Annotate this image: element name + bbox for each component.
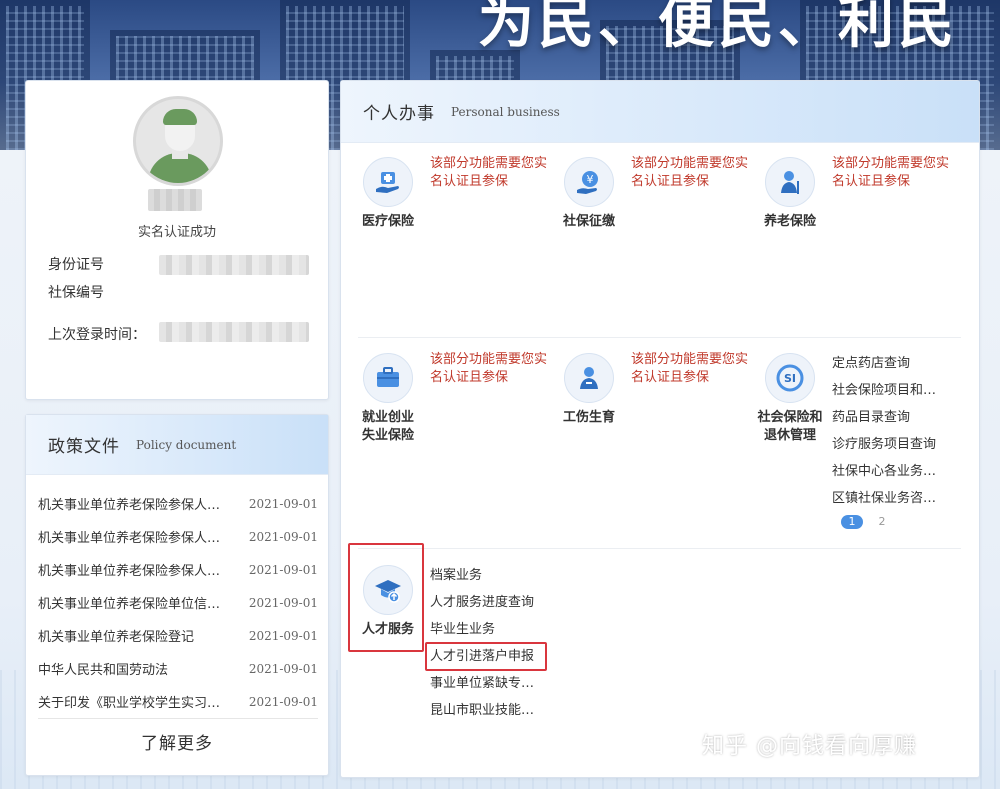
divider [38,718,318,719]
service-medical-insurance[interactable]: 医疗保险 [358,157,418,237]
social-link[interactable]: 定点药店查询 [832,350,910,377]
user-name-masked [148,189,202,211]
policy-item[interactable]: 关于印发《职业学校学生实习… 2021-09-01 [38,685,318,718]
social-link[interactable]: 区镇社保业务咨… [832,485,936,512]
policy-item-date: 2021-09-01 [248,661,318,676]
verify-status: 实名认证成功 [137,225,216,240]
policy-item[interactable]: 机关事业单位养老保险参保人… 2021-09-01 [38,553,318,586]
highlight-box [425,642,547,671]
service-name[interactable]: 医疗保险 [356,213,420,231]
auth-notice: 该部分功能需要您实名认证且参保 [430,352,548,385]
talent-link[interactable]: 毕业生业务 [430,616,495,643]
id-number-label: 身份证号 [48,257,104,273]
social-security-label: 社保编号 [48,285,104,301]
talent-link[interactable]: 昆山市职业技能… [430,697,534,724]
policy-item[interactable]: 中华人民共和国劳动法 2021-09-01 [38,652,318,685]
business-title: 个人办事 [363,104,435,124]
injury-icon [564,353,614,403]
policy-item-date: 2021-09-01 [248,628,318,643]
medical-icon [363,157,413,207]
policy-item-title[interactable]: 机关事业单位养老保险登记 [38,626,228,645]
social-link[interactable]: 诊疗服务项目查询 [832,431,936,458]
service-name[interactable]: 社会保险和退休管理 [754,409,826,445]
learn-more-link[interactable]: 了解更多 [26,729,328,754]
service-employment-insurance[interactable]: 就业创业失业保险 [358,353,418,443]
policy-item-date: 2021-09-01 [248,595,318,610]
service-social-collection[interactable]: ¥ 社保征缴 [559,157,619,237]
user-info-card: 实名认证成功 身份证号 社保编号 上次登录时间： [25,80,329,400]
avatar[interactable] [133,96,223,186]
policy-item-title[interactable]: 机关事业单位养老保险参保人… [38,560,228,579]
svg-text:¥: ¥ [587,173,594,186]
policy-item-date: 2021-09-01 [248,529,318,544]
policy-list: 机关事业单位养老保险参保人… 2021-09-01 机关事业单位养老保险参保人… 2… [38,487,318,718]
service-pension-insurance[interactable]: 养老保险 [760,157,820,237]
svg-text:SI: SI [784,372,796,385]
business-header: 个人办事 Personal business [341,81,979,143]
business-title-en: Personal business [451,104,560,119]
policy-item-date: 2021-09-01 [248,496,318,511]
divider [358,548,961,549]
service-name[interactable]: 社保征缴 [557,213,621,231]
policy-header: 政策文件 Policy document [26,415,328,475]
policy-item[interactable]: 机关事业单位养老保险单位信… 2021-09-01 [38,586,318,619]
last-login-value-masked [159,322,309,342]
personal-business-card: 个人办事 Personal business 医疗保险 该部分功能需要您实名认证… [340,80,980,778]
social-link[interactable]: 社会保险项目和… [832,377,936,404]
divider [358,337,961,338]
service-name[interactable]: 就业创业失业保险 [356,409,420,445]
briefcase-icon [363,353,413,403]
talent-link[interactable]: 档案业务 [430,562,482,589]
yuan-hand-icon: ¥ [564,157,614,207]
social-link[interactable]: 药品目录查询 [832,404,910,431]
policy-item-title[interactable]: 关于印发《职业学校学生实习… [38,692,228,711]
service-injury-maternity[interactable]: 工伤生育 [559,353,619,433]
service-name[interactable]: 养老保险 [758,213,822,231]
watermark: 知乎 @向钱看向厚赚 [702,734,917,759]
policy-item-title[interactable]: 机关事业单位养老保险参保人… [38,527,228,546]
policy-document-card: 政策文件 Policy document 机关事业单位养老保险参保人… 2021-… [25,414,329,776]
policy-item-date: 2021-09-01 [248,562,318,577]
auth-notice: 该部分功能需要您实名认证且参保 [430,156,548,189]
elder-icon [765,157,815,207]
policy-item[interactable]: 机关事业单位养老保险参保人… 2021-09-01 [38,520,318,553]
policy-item-title[interactable]: 机关事业单位养老保险参保人… [38,494,228,513]
policy-title-en: Policy document [136,437,237,452]
service-social-retirement[interactable]: SI 社会保险和退休管理 [757,353,823,463]
social-link[interactable]: 社保中心各业务… [832,458,936,485]
policy-item[interactable]: 机关事业单位养老保险登记 2021-09-01 [38,619,318,652]
social-insurance-logo-icon: SI [765,353,815,403]
policy-item-date: 2021-09-01 [248,694,318,709]
policy-item-title[interactable]: 机关事业单位养老保险单位信… [38,593,228,612]
last-login-label: 上次登录时间： [48,327,146,343]
auth-notice: 该部分功能需要您实名认证且参保 [631,352,749,385]
auth-notice: 该部分功能需要您实名认证且参保 [631,156,749,189]
highlight-box [348,543,424,652]
auth-notice: 该部分功能需要您实名认证且参保 [832,156,950,189]
talent-link[interactable]: 事业单位紧缺专… [430,670,534,697]
id-number-value-masked [159,255,309,275]
talent-link[interactable]: 人才服务进度查询 [430,589,534,616]
page-button[interactable]: 1 [841,515,863,529]
policy-item[interactable]: 机关事业单位养老保险参保人… 2021-09-01 [38,487,318,520]
policy-item-title[interactable]: 中华人民共和国劳动法 [38,659,228,678]
service-name[interactable]: 工伤生育 [557,409,621,427]
pagination: 1 2 [841,515,891,529]
page-button[interactable]: 2 [873,515,891,529]
policy-title: 政策文件 [48,437,120,457]
hero-slogan: 为民、便民、利民 [478,0,958,56]
